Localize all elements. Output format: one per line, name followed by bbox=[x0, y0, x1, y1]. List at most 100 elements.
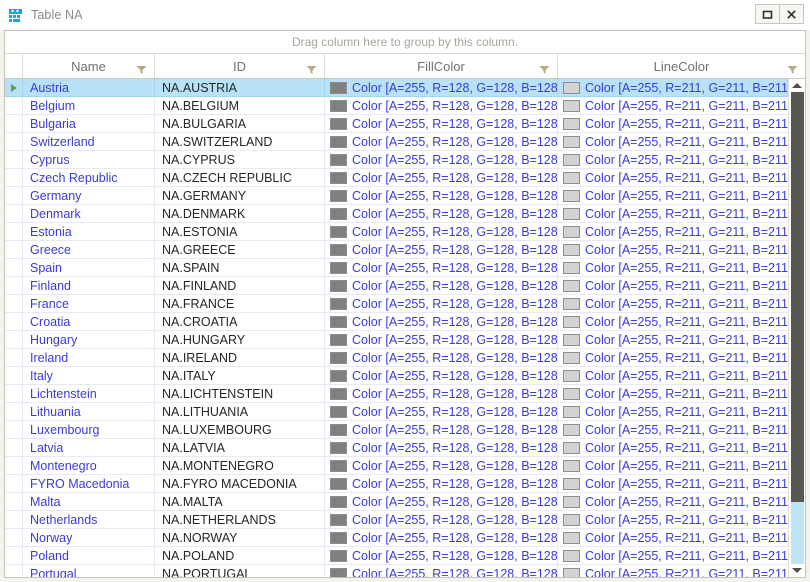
table-row[interactable]: EstoniaNA.ESTONIAColor [A=255, R=128, G=… bbox=[5, 223, 788, 241]
cell-linecolor[interactable]: Color [A=255, R=211, G=211, B=211] bbox=[558, 529, 788, 546]
cell-id[interactable]: NA.LITHUANIA bbox=[155, 403, 325, 420]
table-row[interactable]: BelgiumNA.BELGIUMColor [A=255, R=128, G=… bbox=[5, 97, 788, 115]
cell-id[interactable]: NA.NETHERLANDS bbox=[155, 511, 325, 528]
group-by-panel[interactable]: Drag column here to group by this column… bbox=[5, 31, 805, 54]
cell-linecolor[interactable]: Color [A=255, R=211, G=211, B=211] bbox=[558, 493, 788, 510]
row-indicator-cell[interactable] bbox=[5, 259, 23, 276]
table-row[interactable]: Czech RepublicNA.CZECH REPUBLICColor [A=… bbox=[5, 169, 788, 187]
cell-name[interactable]: Poland bbox=[23, 547, 155, 564]
cell-name[interactable]: Netherlands bbox=[23, 511, 155, 528]
cell-fillcolor[interactable]: Color [A=255, R=128, G=128, B=128] bbox=[325, 439, 558, 456]
cell-id[interactable]: NA.HUNGARY bbox=[155, 331, 325, 348]
table-row[interactable]: GermanyNA.GERMANYColor [A=255, R=128, G=… bbox=[5, 187, 788, 205]
cell-linecolor[interactable]: Color [A=255, R=211, G=211, B=211] bbox=[558, 133, 788, 150]
row-indicator-cell[interactable] bbox=[5, 493, 23, 510]
row-indicator-cell[interactable] bbox=[5, 565, 23, 577]
cell-fillcolor[interactable]: Color [A=255, R=128, G=128, B=128] bbox=[325, 241, 558, 258]
row-indicator-cell[interactable] bbox=[5, 547, 23, 564]
table-row[interactable]: FYRO MacedoniaNA.FYRO MACEDONIAColor [A=… bbox=[5, 475, 788, 493]
table-row[interactable]: PortugalNA.PORTUGALColor [A=255, R=128, … bbox=[5, 565, 788, 577]
cell-name[interactable]: Germany bbox=[23, 187, 155, 204]
filter-funnel-icon[interactable] bbox=[306, 62, 317, 71]
cell-linecolor[interactable]: Color [A=255, R=211, G=211, B=211] bbox=[558, 241, 788, 258]
cell-id[interactable]: NA.CZECH REPUBLIC bbox=[155, 169, 325, 186]
cell-linecolor[interactable]: Color [A=255, R=211, G=211, B=211] bbox=[558, 385, 788, 402]
table-row[interactable]: LatviaNA.LATVIAColor [A=255, R=128, G=12… bbox=[5, 439, 788, 457]
cell-id[interactable]: NA.LATVIA bbox=[155, 439, 325, 456]
table-row[interactable]: LithuaniaNA.LITHUANIAColor [A=255, R=128… bbox=[5, 403, 788, 421]
cell-linecolor[interactable]: Color [A=255, R=211, G=211, B=211] bbox=[558, 169, 788, 186]
cell-id[interactable]: NA.ITALY bbox=[155, 367, 325, 384]
cell-id[interactable]: NA.BELGIUM bbox=[155, 97, 325, 114]
cell-linecolor[interactable]: Color [A=255, R=211, G=211, B=211] bbox=[558, 565, 788, 577]
cell-linecolor[interactable]: Color [A=255, R=211, G=211, B=211] bbox=[558, 511, 788, 528]
cell-linecolor[interactable]: Color [A=255, R=211, G=211, B=211] bbox=[558, 457, 788, 474]
cell-linecolor[interactable]: Color [A=255, R=211, G=211, B=211] bbox=[558, 259, 788, 276]
cell-fillcolor[interactable]: Color [A=255, R=128, G=128, B=128] bbox=[325, 277, 558, 294]
table-row[interactable]: LichtensteinNA.LICHTENSTEINColor [A=255,… bbox=[5, 385, 788, 403]
cell-name[interactable]: Lichtenstein bbox=[23, 385, 155, 402]
table-row[interactable]: SpainNA.SPAINColor [A=255, R=128, G=128,… bbox=[5, 259, 788, 277]
cell-name[interactable]: Hungary bbox=[23, 331, 155, 348]
cell-name[interactable]: Cyprus bbox=[23, 151, 155, 168]
cell-id[interactable]: NA.LUXEMBOURG bbox=[155, 421, 325, 438]
cell-fillcolor[interactable]: Color [A=255, R=128, G=128, B=128] bbox=[325, 169, 558, 186]
cell-linecolor[interactable]: Color [A=255, R=211, G=211, B=211] bbox=[558, 367, 788, 384]
cell-linecolor[interactable]: Color [A=255, R=211, G=211, B=211] bbox=[558, 439, 788, 456]
cell-linecolor[interactable]: Color [A=255, R=211, G=211, B=211] bbox=[558, 223, 788, 240]
vertical-scroll-thumb[interactable] bbox=[791, 92, 804, 502]
cell-fillcolor[interactable]: Color [A=255, R=128, G=128, B=128] bbox=[325, 331, 558, 348]
row-indicator-cell[interactable] bbox=[5, 313, 23, 330]
row-indicator-cell[interactable] bbox=[5, 187, 23, 204]
cell-name[interactable]: Latvia bbox=[23, 439, 155, 456]
maximize-button[interactable] bbox=[755, 4, 780, 24]
cell-id[interactable]: NA.SPAIN bbox=[155, 259, 325, 276]
cell-fillcolor[interactable]: Color [A=255, R=128, G=128, B=128] bbox=[325, 529, 558, 546]
cell-fillcolor[interactable]: Color [A=255, R=128, G=128, B=128] bbox=[325, 115, 558, 132]
cell-name[interactable]: France bbox=[23, 295, 155, 312]
column-header-fillcolor[interactable]: FillColor bbox=[325, 54, 558, 78]
row-indicator-cell[interactable] bbox=[5, 295, 23, 312]
row-indicator-cell[interactable] bbox=[5, 97, 23, 114]
row-indicator-cell[interactable] bbox=[5, 529, 23, 546]
table-row[interactable]: MontenegroNA.MONTENEGROColor [A=255, R=1… bbox=[5, 457, 788, 475]
vertical-scroll-track[interactable] bbox=[791, 92, 804, 564]
table-row[interactable]: SwitzerlandNA.SWITZERLANDColor [A=255, R… bbox=[5, 133, 788, 151]
row-indicator-cell[interactable] bbox=[5, 511, 23, 528]
row-indicator-cell[interactable] bbox=[5, 223, 23, 240]
column-header-id[interactable]: ID bbox=[155, 54, 325, 78]
cell-name[interactable]: Switzerland bbox=[23, 133, 155, 150]
filter-funnel-icon[interactable] bbox=[539, 62, 550, 71]
cell-name[interactable]: FYRO Macedonia bbox=[23, 475, 155, 492]
cell-fillcolor[interactable]: Color [A=255, R=128, G=128, B=128] bbox=[325, 349, 558, 366]
cell-name[interactable]: Malta bbox=[23, 493, 155, 510]
table-row[interactable]: NorwayNA.NORWAYColor [A=255, R=128, G=12… bbox=[5, 529, 788, 547]
cell-fillcolor[interactable]: Color [A=255, R=128, G=128, B=128] bbox=[325, 403, 558, 420]
cell-name[interactable]: Austria bbox=[23, 79, 155, 96]
table-row[interactable]: MaltaNA.MALTAColor [A=255, R=128, G=128,… bbox=[5, 493, 788, 511]
scroll-down-button[interactable] bbox=[789, 564, 805, 577]
cell-name[interactable]: Norway bbox=[23, 529, 155, 546]
cell-linecolor[interactable]: Color [A=255, R=211, G=211, B=211] bbox=[558, 97, 788, 114]
grid-rows-viewport[interactable]: AustriaNA.AUSTRIAColor [A=255, R=128, G=… bbox=[5, 79, 788, 577]
vertical-scrollbar[interactable] bbox=[788, 79, 805, 577]
row-indicator-cell[interactable] bbox=[5, 133, 23, 150]
cell-linecolor[interactable]: Color [A=255, R=211, G=211, B=211] bbox=[558, 331, 788, 348]
cell-fillcolor[interactable]: Color [A=255, R=128, G=128, B=128] bbox=[325, 493, 558, 510]
cell-id[interactable]: NA.FYRO MACEDONIA bbox=[155, 475, 325, 492]
cell-id[interactable]: NA.GREECE bbox=[155, 241, 325, 258]
cell-name[interactable]: Lithuania bbox=[23, 403, 155, 420]
cell-name[interactable]: Italy bbox=[23, 367, 155, 384]
cell-fillcolor[interactable]: Color [A=255, R=128, G=128, B=128] bbox=[325, 547, 558, 564]
cell-fillcolor[interactable]: Color [A=255, R=128, G=128, B=128] bbox=[325, 151, 558, 168]
cell-name[interactable]: Belgium bbox=[23, 97, 155, 114]
table-row[interactable]: GreeceNA.GREECEColor [A=255, R=128, G=12… bbox=[5, 241, 788, 259]
cell-fillcolor[interactable]: Color [A=255, R=128, G=128, B=128] bbox=[325, 295, 558, 312]
cell-fillcolor[interactable]: Color [A=255, R=128, G=128, B=128] bbox=[325, 313, 558, 330]
cell-linecolor[interactable]: Color [A=255, R=211, G=211, B=211] bbox=[558, 151, 788, 168]
cell-id[interactable]: NA.GERMANY bbox=[155, 187, 325, 204]
cell-id[interactable]: NA.DENMARK bbox=[155, 205, 325, 222]
table-row[interactable]: ItalyNA.ITALYColor [A=255, R=128, G=128,… bbox=[5, 367, 788, 385]
row-indicator-cell[interactable] bbox=[5, 79, 23, 96]
table-row[interactable]: HungaryNA.HUNGARYColor [A=255, R=128, G=… bbox=[5, 331, 788, 349]
